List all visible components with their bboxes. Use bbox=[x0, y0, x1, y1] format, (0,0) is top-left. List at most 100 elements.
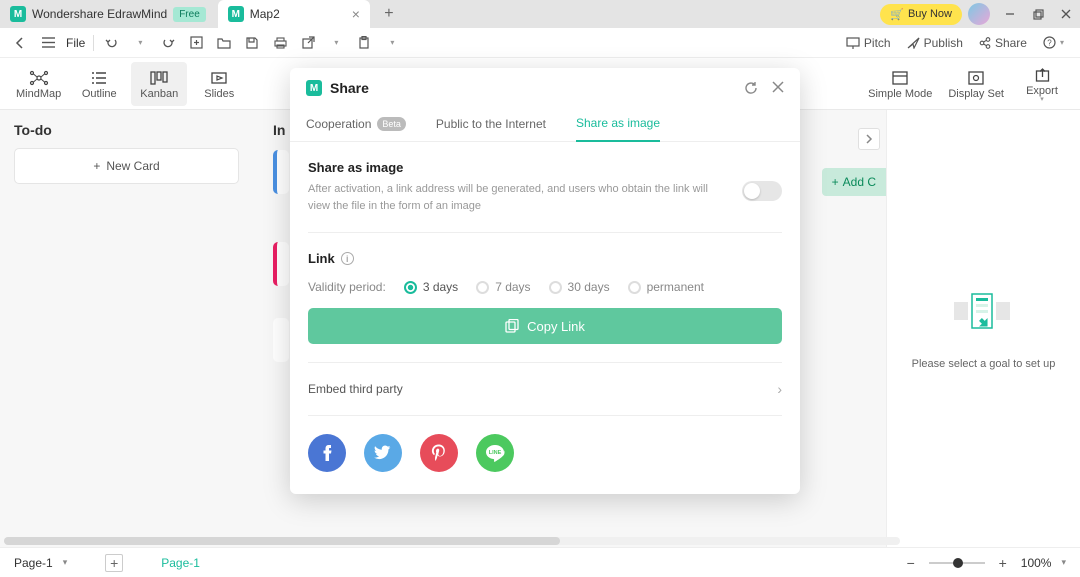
share-button[interactable]: Share bbox=[973, 36, 1033, 50]
add-page-button[interactable]: + bbox=[105, 554, 123, 572]
tab-share-image[interactable]: Share as image bbox=[576, 108, 660, 142]
outline-view[interactable]: Outline bbox=[71, 62, 127, 106]
share-label: Share bbox=[995, 36, 1027, 50]
scrollbar-thumb[interactable] bbox=[4, 537, 560, 545]
modal-logo-icon: M bbox=[306, 80, 322, 96]
radio-label: permanent bbox=[647, 280, 704, 294]
refresh-button[interactable] bbox=[744, 81, 758, 95]
link-section-title: Link i bbox=[308, 251, 782, 266]
print-button[interactable] bbox=[270, 33, 290, 53]
close-window-button[interactable] bbox=[1052, 0, 1080, 28]
hamburger-menu[interactable] bbox=[38, 33, 58, 53]
title-bar: M Wondershare EdrawMind Free M Map2 × + … bbox=[0, 0, 1080, 28]
twitter-icon bbox=[374, 445, 392, 461]
zoom-slider[interactable] bbox=[929, 562, 985, 564]
copy-link-button[interactable]: Copy Link bbox=[308, 308, 782, 344]
file-menu[interactable]: File bbox=[66, 36, 85, 50]
paste-dropdown[interactable]: ▾ bbox=[382, 33, 402, 53]
radio-30days[interactable]: 30 days bbox=[549, 280, 610, 294]
share-twitter[interactable] bbox=[364, 434, 402, 472]
radio-icon bbox=[549, 281, 562, 294]
share-pinterest[interactable] bbox=[420, 434, 458, 472]
pitch-button[interactable]: Pitch bbox=[840, 36, 897, 50]
user-avatar[interactable] bbox=[968, 3, 990, 25]
kanban-view[interactable]: Kanban bbox=[131, 62, 187, 106]
new-card-button[interactable]: + New Card bbox=[14, 148, 239, 184]
paste-button[interactable] bbox=[354, 33, 374, 53]
menu-bar: File ▾ ▾ ▾ Pitch Publish Share bbox=[0, 28, 1080, 58]
undo-dropdown[interactable]: ▾ bbox=[130, 33, 150, 53]
buy-now-button[interactable]: 🛒 Buy Now bbox=[880, 4, 962, 25]
export-dropdown[interactable]: ▾ bbox=[326, 33, 346, 53]
line-icon: LINE bbox=[485, 444, 505, 462]
radio-3days[interactable]: 3 days bbox=[404, 280, 458, 294]
radio-7days[interactable]: 7 days bbox=[476, 280, 530, 294]
share-image-toggle[interactable] bbox=[742, 181, 782, 201]
current-page-tab[interactable]: Page-1 bbox=[161, 556, 200, 570]
maximize-icon bbox=[1033, 9, 1044, 20]
refresh-icon bbox=[744, 81, 758, 95]
share-line[interactable]: LINE bbox=[476, 434, 514, 472]
save-button[interactable] bbox=[242, 33, 262, 53]
redo-button[interactable] bbox=[158, 33, 178, 53]
kanban-card-stub[interactable] bbox=[273, 150, 289, 194]
zoom-level: 100% bbox=[1021, 556, 1052, 570]
slider-knob[interactable] bbox=[953, 558, 963, 568]
publish-button[interactable]: Publish bbox=[901, 36, 969, 50]
share-facebook[interactable] bbox=[308, 434, 346, 472]
desc-text: After activation, a link address will be… bbox=[308, 183, 708, 212]
menu-icon bbox=[42, 37, 55, 48]
close-icon bbox=[1061, 9, 1071, 19]
facebook-icon bbox=[318, 444, 336, 462]
scroll-right-button[interactable] bbox=[858, 128, 880, 150]
embed-third-party-row[interactable]: Embed third party › bbox=[308, 381, 782, 397]
new-button[interactable] bbox=[186, 33, 206, 53]
radio-permanent[interactable]: permanent bbox=[628, 280, 704, 294]
mindmap-view[interactable]: MindMap bbox=[10, 62, 67, 106]
tab-title: Map2 bbox=[250, 7, 280, 21]
add-column-label: Add C bbox=[843, 175, 876, 189]
slides-icon bbox=[211, 68, 227, 88]
radio-label: 3 days bbox=[423, 280, 458, 294]
chevron-right-icon bbox=[865, 134, 873, 144]
export-button[interactable]: Export ▾ bbox=[1014, 62, 1070, 106]
kanban-card-stub[interactable] bbox=[273, 242, 289, 286]
document-tab[interactable]: M Map2 × bbox=[218, 0, 370, 28]
kanban-card-stub[interactable] bbox=[273, 318, 289, 362]
validity-period-group: Validity period: 3 days 7 days 30 days p… bbox=[308, 280, 782, 294]
add-column-button[interactable]: + Add C bbox=[822, 168, 886, 196]
slides-view[interactable]: Slides bbox=[191, 62, 247, 106]
outline-icon bbox=[91, 68, 107, 88]
tab-cooperation[interactable]: Cooperation Beta bbox=[306, 108, 406, 141]
info-icon[interactable]: i bbox=[341, 252, 354, 265]
simple-mode-icon bbox=[892, 68, 908, 88]
buy-now-label: Buy Now bbox=[908, 8, 952, 20]
export-quick-button[interactable] bbox=[298, 33, 318, 53]
zoom-dropdown-icon[interactable]: ▾ bbox=[1061, 557, 1066, 568]
open-button[interactable] bbox=[214, 33, 234, 53]
maximize-button[interactable] bbox=[1024, 0, 1052, 28]
zoom-out-button[interactable]: − bbox=[903, 555, 919, 571]
close-tab-icon[interactable]: × bbox=[352, 6, 360, 22]
page-dropdown-icon[interactable]: ▾ bbox=[63, 557, 68, 568]
beta-badge: Beta bbox=[377, 117, 406, 131]
back-button[interactable] bbox=[10, 33, 30, 53]
undo-button[interactable] bbox=[102, 33, 122, 53]
radio-icon bbox=[404, 281, 417, 294]
tab-public[interactable]: Public to the Internet bbox=[436, 108, 546, 141]
page-selector[interactable]: Page-1 bbox=[14, 556, 53, 570]
simple-mode-label: Simple Mode bbox=[868, 88, 932, 100]
horizontal-scrollbar[interactable] bbox=[4, 537, 900, 545]
close-modal-button[interactable] bbox=[772, 81, 784, 95]
help-button[interactable]: ? ▾ bbox=[1037, 36, 1070, 49]
simple-mode-button[interactable]: Simple Mode bbox=[862, 62, 938, 106]
right-panel: Please select a goal to set up bbox=[886, 110, 1080, 547]
display-set-button[interactable]: Display Set bbox=[942, 62, 1010, 106]
minimize-button[interactable] bbox=[996, 0, 1024, 28]
app-tab[interactable]: M Wondershare EdrawMind Free bbox=[0, 0, 216, 28]
mindmap-label: MindMap bbox=[16, 88, 61, 100]
zoom-in-button[interactable]: + bbox=[995, 555, 1011, 571]
panel-hint: Please select a goal to set up bbox=[912, 358, 1056, 370]
add-tab-button[interactable]: + bbox=[378, 3, 400, 25]
share-icon bbox=[979, 37, 991, 49]
